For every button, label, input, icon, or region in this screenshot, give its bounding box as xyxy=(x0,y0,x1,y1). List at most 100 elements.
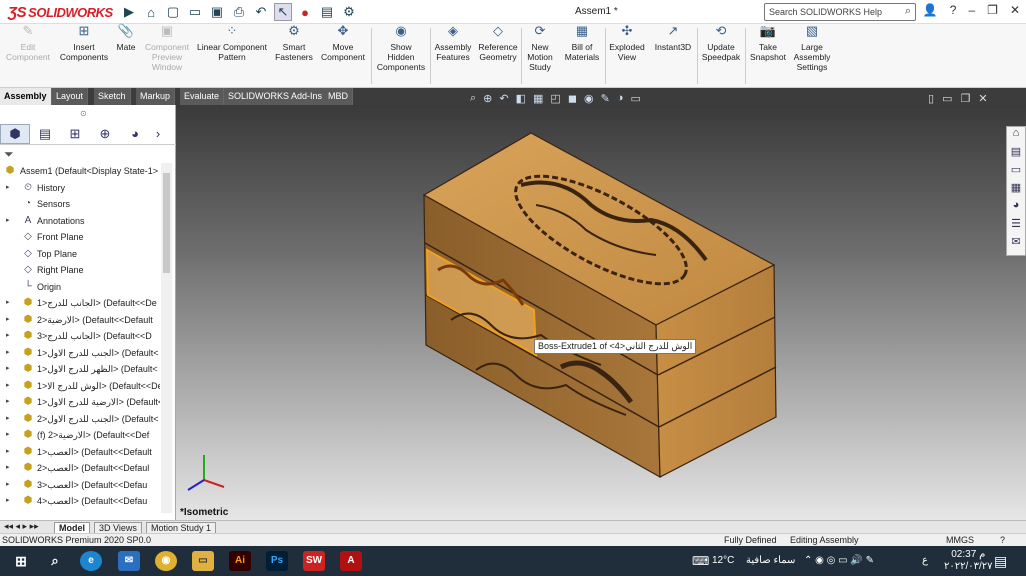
resources-icon[interactable]: ⌂ xyxy=(1007,127,1025,145)
close-icon[interactable]: ✕ xyxy=(1010,3,1020,17)
tree-item[interactable]: ▸ ⬢ (f) الارضية<2> (Default<<Def xyxy=(0,427,160,444)
clock[interactable]: 02:37 م ٢٠٢٢/٠٣/٢٧ xyxy=(944,549,993,579)
expand-arrow-icon[interactable]: ▸ xyxy=(6,312,10,329)
appearances-icon[interactable]: ◕ xyxy=(1007,199,1025,217)
keyboard-icon[interactable]: ⌨ xyxy=(692,546,709,576)
take-snapshot-button[interactable]: 📷 Take Snapshot xyxy=(747,24,789,62)
print-icon[interactable]: ⎙ xyxy=(230,3,248,21)
select-icon[interactable]: ↖ xyxy=(274,3,292,21)
show-hidden-button[interactable]: ◉ Show Hidden Components xyxy=(374,24,428,72)
notification-icon[interactable]: ▤ xyxy=(994,546,1007,576)
custom-properties-icon[interactable]: ☰ xyxy=(1007,217,1025,235)
tree-scrollbar[interactable] xyxy=(161,163,172,513)
quick-tips-icon[interactable]: ? xyxy=(1000,534,1005,546)
tab-addins[interactable]: SOLIDWORKS Add-Ins xyxy=(224,88,328,105)
expand-arrow-icon[interactable]: ▸ xyxy=(6,361,10,378)
units-selector[interactable]: MMGS xyxy=(946,534,974,546)
mate-button[interactable]: 📎 Mate xyxy=(114,24,138,52)
tab-scroll-left-icon[interactable]: ◂◂ ◂ ▸ ▸▸ xyxy=(4,521,39,532)
expand-arrow-icon[interactable]: ▸ xyxy=(6,378,10,395)
tree-scrollbar-thumb[interactable] xyxy=(163,173,170,273)
instant3d-button[interactable]: ↗ Instant3D xyxy=(652,24,694,52)
illustrator-icon[interactable]: Ai xyxy=(229,551,251,571)
save-icon[interactable]: ▣ xyxy=(208,3,226,21)
options-gear-icon[interactable]: ⚙ xyxy=(340,3,358,21)
viewport-tile-icon[interactable]: ▯ xyxy=(928,92,934,105)
display-style-icon[interactable]: ◼ xyxy=(568,92,577,105)
dimxpert-tab-icon[interactable]: ⊕ xyxy=(90,124,120,144)
solidworks-logo[interactable]: ƷS SOLIDWORKS xyxy=(8,4,113,21)
tree-item[interactable]: └ Origin xyxy=(0,279,160,296)
tab-markup[interactable]: Markup xyxy=(136,88,176,105)
tree-item[interactable]: ▸ ⬢ العصب<1> (Default<<Default xyxy=(0,444,160,461)
search-icon[interactable]: ⌕ xyxy=(905,5,911,18)
tree-item[interactable]: ◇ Front Plane xyxy=(0,229,160,246)
zoom-to-fit-icon[interactable]: ⌕ xyxy=(470,92,476,105)
open-icon[interactable]: ▭ xyxy=(186,3,204,21)
file-properties-icon[interactable]: ▤ xyxy=(318,3,336,21)
tree-item[interactable]: ▸ ⬢ العصب<4> (Default<<Defau xyxy=(0,493,160,510)
viewport-restore-icon[interactable]: ❐ xyxy=(960,92,970,105)
exploded-view-button[interactable]: ✣ Exploded View xyxy=(606,24,648,62)
panel-grip-icon[interactable]: ⊙ xyxy=(80,109,87,118)
windows-start-icon[interactable]: ⊞ xyxy=(10,551,32,571)
tree-item[interactable]: ▸ ⬢ الجانب للدرج<1> (Default<<De xyxy=(0,295,160,312)
expand-arrow-icon[interactable]: ▸ xyxy=(6,328,10,345)
expand-arrow-icon[interactable]: ▸ xyxy=(6,213,10,230)
tree-item[interactable]: ▸ ⬢ العصب<2> (Default<<Defaul xyxy=(0,460,160,477)
traffic-light-icon[interactable]: ● xyxy=(296,3,314,21)
forum-icon[interactable]: ✉ xyxy=(1007,235,1025,253)
reference-geometry-button[interactable]: ◇ Reference Geometry xyxy=(476,24,520,62)
expand-arrow-icon[interactable]: ▸ xyxy=(6,345,10,362)
filter-icon[interactable]: ⏷ xyxy=(4,147,14,162)
scene-icon[interactable]: ◑ xyxy=(617,92,624,105)
edit-appearance-icon[interactable]: ✎ xyxy=(601,92,610,105)
temperature-text[interactable]: 12°C xyxy=(712,546,734,576)
expand-arrow-icon[interactable]: ▸ xyxy=(6,411,10,428)
expand-arrow-icon[interactable]: ▸ xyxy=(6,295,10,312)
tree-item[interactable]: ◇ Top Plane xyxy=(0,246,160,263)
help-icon[interactable]: ? xyxy=(950,3,957,17)
expand-arrow-icon[interactable]: ▸ xyxy=(6,427,10,444)
tab-mbd[interactable]: MBD xyxy=(324,88,353,105)
tree-root[interactable]: ⬢ Assem1 (Default<Display State-1> xyxy=(0,163,160,180)
expand-arrow-icon[interactable]: ▸ xyxy=(6,493,10,510)
tree-item[interactable]: ▸ ⏲ History xyxy=(0,180,160,197)
taskbar-search-icon[interactable]: ⌕ xyxy=(44,551,66,571)
weather-text[interactable]: سماء صافية xyxy=(746,546,795,576)
file-explorer-icon[interactable]: ▭ xyxy=(192,551,214,571)
chrome-icon[interactable]: ◉ xyxy=(155,551,177,571)
tab-evaluate[interactable]: Evaluate xyxy=(180,88,225,105)
large-assembly-settings-button[interactable]: ▧ Large Assembly Settings xyxy=(790,24,834,72)
undo-icon[interactable]: ↶ xyxy=(252,3,270,21)
home-icon[interactable]: ⌂ xyxy=(142,3,160,21)
expand-arrow-icon[interactable]: ▸ xyxy=(6,444,10,461)
edge-browser-icon[interactable]: e xyxy=(80,551,102,571)
tree-item[interactable]: ▸ ⬢ الظهر للدرج الاول<1> (Default< xyxy=(0,361,160,378)
edit-component-button[interactable]: ✎ Edit Component xyxy=(4,24,52,62)
mail-icon[interactable]: ✉ xyxy=(118,551,140,571)
new-motion-study-button[interactable]: ⟳ New Motion Study xyxy=(523,24,557,72)
solidworks-taskbar-icon[interactable]: SW xyxy=(303,551,325,571)
expand-arrow-icon[interactable]: ▸ xyxy=(6,394,10,411)
viewport-close-icon[interactable]: ✕ xyxy=(978,92,987,105)
tab-layout[interactable]: Layout xyxy=(52,88,89,105)
tree-item[interactable]: ▸ ⬢ الارضية<2> (Default<<Default xyxy=(0,312,160,329)
component-preview-button[interactable]: ▣ Component Preview Window xyxy=(140,24,194,72)
tree-item[interactable]: ◔ Sensors xyxy=(0,196,160,213)
tree-item[interactable]: ▸ ⬢ العصب<3> (Default<<Defau xyxy=(0,477,160,494)
tree-item[interactable]: ▸ ⬢ الارضية للدرج الاول<1> (Default< xyxy=(0,394,160,411)
wooden-box-model[interactable] xyxy=(176,105,1026,520)
configuration-manager-tab-icon[interactable]: ⊞ xyxy=(60,124,90,144)
smart-fasteners-button[interactable]: ⚙ Smart Fasteners xyxy=(272,24,316,62)
insert-components-button[interactable]: ⊞ Insert Components xyxy=(56,24,112,62)
graphics-area[interactable]: *Isometric xyxy=(176,105,1026,520)
panel-expand-icon[interactable]: › xyxy=(150,124,166,144)
tree-item[interactable]: ▸ ⬢ الوش للدرج الا<1> (Default<<De xyxy=(0,378,160,395)
new-document-icon[interactable]: ▢ xyxy=(164,3,182,21)
file-explorer-icon[interactable]: ▭ xyxy=(1007,163,1025,181)
tray-icons[interactable]: ⌃ ◉ ◎ ▭ 🔊 ✎ xyxy=(804,546,874,576)
view-settings-icon[interactable]: ▭ xyxy=(630,92,640,105)
tree-item[interactable]: ▸ ⬢ الجانب للدرج<3> (Default<<D xyxy=(0,328,160,345)
hide-show-icon[interactable]: ◉ xyxy=(584,92,594,105)
